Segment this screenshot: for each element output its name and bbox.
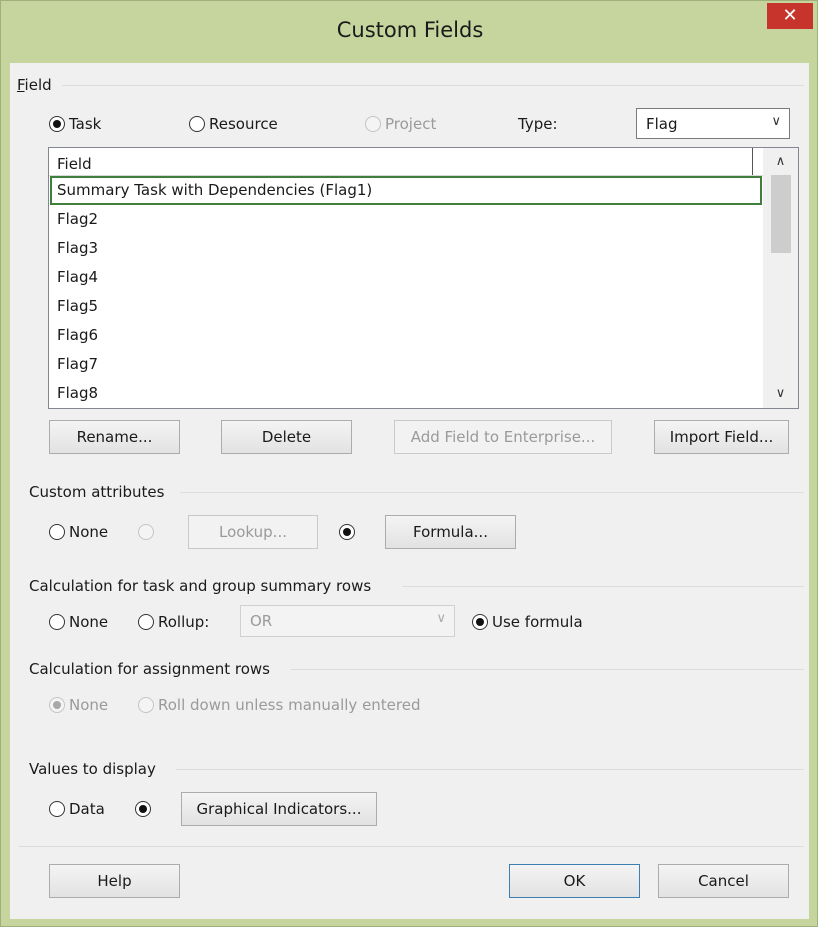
list-item-label: Flag8 [57, 384, 99, 402]
values-data-radio[interactable] [49, 801, 65, 817]
footer-rule [19, 846, 804, 847]
values-data-label[interactable]: Data [69, 800, 105, 818]
summary-rollup-radio[interactable] [138, 614, 154, 630]
values-graphical-radio[interactable] [135, 801, 151, 817]
close-button[interactable]: ✕ [767, 3, 813, 29]
type-select[interactable]: Flag ∨ [636, 108, 790, 139]
add-field-to-enterprise-button[interactable]: Add Field to Enterprise... [394, 420, 612, 454]
resource-radio[interactable] [189, 116, 205, 132]
summary-none-label[interactable]: None [69, 613, 108, 631]
resource-radio-label[interactable]: Resource [209, 115, 278, 133]
rollup-select-value: OR [250, 612, 273, 630]
title-bar[interactable]: Custom Fields ✕ [1, 1, 818, 63]
list-item-label: Flag5 [57, 297, 99, 315]
task-radio[interactable] [49, 116, 65, 132]
list-item[interactable]: Flag3 [51, 234, 762, 263]
field-accesskey: F [17, 76, 25, 94]
help-button[interactable]: Help [49, 864, 180, 898]
scrollbar-thumb[interactable] [771, 175, 791, 253]
values-display-label: Values to display [29, 760, 156, 778]
field-label-rest: ield [24, 76, 52, 94]
assignment-none-label[interactable]: None [69, 696, 108, 714]
calc-summary-label: Calculation for task and group summary r… [29, 577, 372, 595]
rename-button[interactable]: Rename... [49, 420, 180, 454]
list-item[interactable]: Flag7 [51, 350, 762, 379]
field-column-header: Field [57, 155, 92, 173]
calc-summary-rule [402, 586, 804, 587]
type-select-value: Flag [646, 115, 678, 133]
field-list[interactable]: Field Summary Task with Dependencies (Fl… [48, 147, 799, 409]
custom-formula-radio[interactable] [339, 524, 355, 540]
field-list-header[interactable]: Field [49, 148, 765, 176]
list-item-label: Summary Task with Dependencies (Flag1) [57, 181, 373, 199]
summary-rollup-label[interactable]: Rollup: [158, 613, 209, 631]
chevron-down-icon: ∨ [771, 114, 781, 129]
assignment-rolldown-label[interactable]: Roll down unless manually entered [158, 696, 421, 714]
list-item[interactable]: Flag8 [51, 379, 762, 408]
graphical-indicators-button[interactable]: Graphical Indicators... [181, 792, 377, 826]
field-section-rule [62, 85, 804, 86]
chevron-down-icon[interactable]: ∨ [763, 380, 798, 408]
list-item[interactable]: Summary Task with Dependencies (Flag1) [50, 176, 762, 205]
chevron-up-icon[interactable]: ∧ [763, 148, 798, 175]
rollup-select[interactable]: OR ∨ [240, 605, 455, 637]
list-item[interactable]: Flag5 [51, 292, 762, 321]
custom-lookup-radio[interactable] [138, 524, 154, 540]
lookup-button[interactable]: Lookup... [188, 515, 318, 549]
dialog-body: Field Task Resource Project Type: Flag ∨… [10, 63, 809, 919]
dialog-title: Custom Fields [336, 18, 484, 42]
type-label: Type: [518, 115, 558, 133]
custom-none-label[interactable]: None [69, 523, 108, 541]
values-display-rule [176, 769, 804, 770]
delete-button[interactable]: Delete [221, 420, 352, 454]
list-scrollbar[interactable]: ∧ ∨ [763, 148, 798, 408]
list-item-label: Flag6 [57, 326, 99, 344]
custom-none-radio[interactable] [49, 524, 65, 540]
custom-attributes-label: Custom attributes [29, 483, 165, 501]
list-item[interactable]: Flag4 [51, 263, 762, 292]
formula-button[interactable]: Formula... [385, 515, 516, 549]
list-item-label: Flag3 [57, 239, 99, 257]
import-field-button[interactable]: Import Field... [654, 420, 789, 454]
assignment-none-radio[interactable] [49, 697, 65, 713]
list-item-label: Flag7 [57, 355, 99, 373]
summary-use-formula-radio[interactable] [472, 614, 488, 630]
close-icon: ✕ [782, 5, 798, 26]
field-section-label: Field [17, 76, 52, 94]
custom-attributes-rule [180, 492, 804, 493]
chevron-down-icon: ∨ [436, 611, 446, 626]
calc-assignment-label: Calculation for assignment rows [29, 660, 270, 678]
assignment-rolldown-radio[interactable] [138, 697, 154, 713]
calc-assignment-rule [291, 669, 804, 670]
ok-button[interactable]: OK [509, 864, 640, 898]
summary-none-radio[interactable] [49, 614, 65, 630]
task-radio-label[interactable]: Task [69, 115, 101, 133]
custom-fields-dialog: Custom Fields ✕ Field Task Resource Proj… [0, 0, 818, 927]
list-item[interactable]: Flag2 [51, 205, 762, 234]
list-item-label: Flag4 [57, 268, 99, 286]
list-item-label: Flag2 [57, 210, 99, 228]
project-radio[interactable] [365, 116, 381, 132]
cancel-button[interactable]: Cancel [658, 864, 789, 898]
project-radio-label[interactable]: Project [385, 115, 436, 133]
summary-use-formula-label[interactable]: Use formula [492, 613, 583, 631]
list-item[interactable]: Flag6 [51, 321, 762, 350]
column-divider[interactable] [752, 148, 753, 175]
